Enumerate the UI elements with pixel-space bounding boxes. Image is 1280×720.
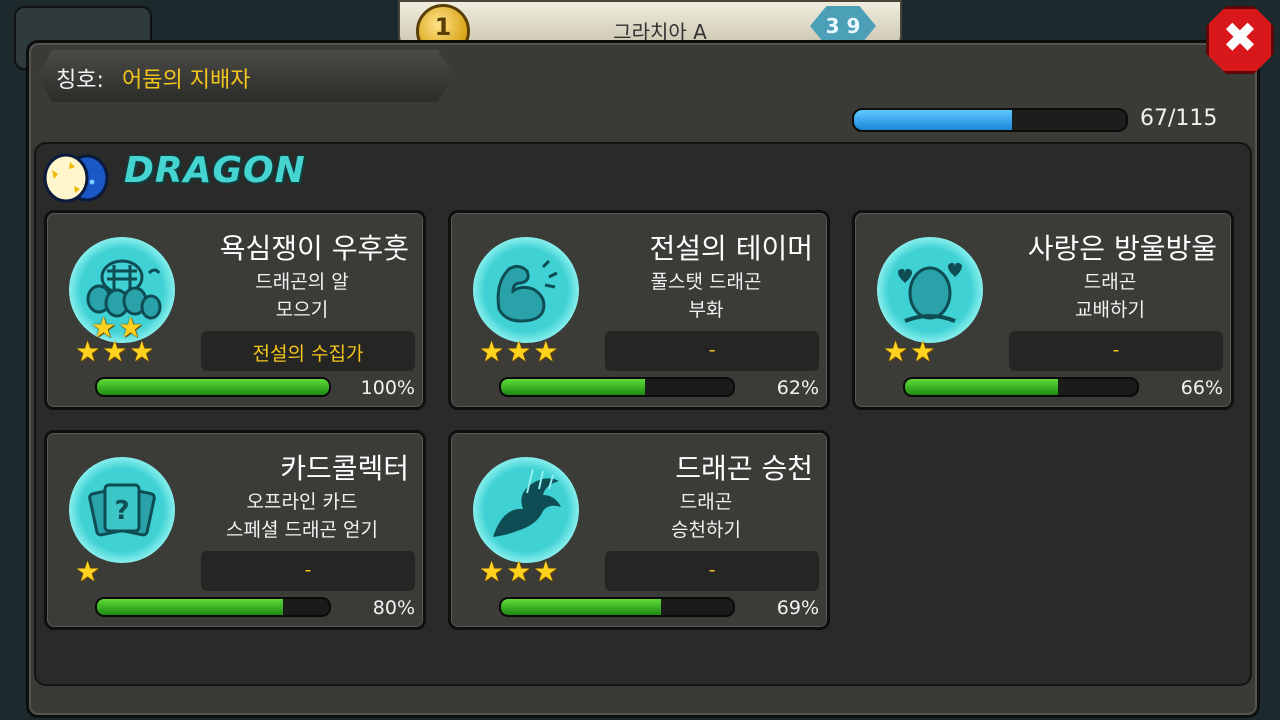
reward-box: 전설의 수집가: [201, 331, 415, 371]
reward-text: -: [1112, 339, 1120, 361]
achievement-percent: 66%: [1180, 377, 1223, 399]
overall-progress-bar: [852, 108, 1128, 132]
title-label: 칭호:: [56, 68, 104, 93]
background-coin-number: 1: [434, 13, 452, 41]
achievement-title: 전설의 테이머: [649, 232, 813, 265]
close-icon: ✖: [1222, 13, 1258, 62]
achievement-title: 드래곤 승천: [675, 452, 813, 485]
achievement-progress-fill: [97, 599, 283, 615]
achievement-desc-line2: 부화: [688, 299, 724, 321]
achievement-percent: 69%: [776, 597, 819, 619]
svg-text:?: ?: [114, 496, 129, 526]
achievement-desc-line2: 스페셜 드래곤 얻기: [226, 519, 378, 541]
achievement-desc-line2: 승천하기: [671, 519, 741, 541]
achievement-progress-bar: [903, 377, 1139, 397]
category-title: DRAGON: [124, 150, 306, 191]
egg-hearts-icon: [877, 237, 983, 343]
reward-text: 전설의 수집가: [252, 343, 364, 365]
achievement-percent: 100%: [360, 377, 415, 399]
achievement-desc-line2: 교배하기: [1075, 299, 1145, 321]
achievement-card[interactable]: ★★ ★★★ 욕심쟁이 우후훗 드래곤의 알 모으기 전설의 수집가 100%: [44, 210, 426, 410]
achievement-progress-bar: [499, 597, 735, 617]
background-badge-value: 3 9: [825, 14, 861, 38]
achievement-title: 카드콜렉터: [280, 452, 409, 485]
achievement-progress-fill: [501, 379, 645, 395]
dragon-eggs-icon: [43, 153, 109, 203]
achievement-progress-fill: [97, 379, 329, 395]
achievement-desc-line1: 드래곤의 알: [255, 271, 349, 293]
reward-box: -: [1009, 331, 1223, 371]
overall-progress-text: 67/115: [1140, 106, 1218, 131]
star-rating: ★★: [883, 335, 938, 368]
achievement-desc-line1: 드래곤: [1083, 271, 1137, 293]
achievement-percent: 80%: [372, 597, 415, 619]
achievement-progress-bar: [499, 377, 735, 397]
star-rating: ★★★: [479, 335, 561, 368]
achievement-title: 욕심쟁이 우후훗: [219, 232, 409, 265]
achievement-desc-line1: 풀스탯 드래곤: [650, 271, 762, 293]
achievement-desc-line1: 드래곤: [679, 491, 733, 513]
reward-box: -: [605, 551, 819, 591]
overall-progress-fill: [854, 110, 1013, 130]
flexed-arm-icon: [473, 237, 579, 343]
reward-text: -: [708, 339, 716, 361]
ascending-dragon-icon: [473, 457, 579, 563]
achievement-percent: 62%: [776, 377, 819, 399]
achievement-card[interactable]: ★★★ 전설의 테이머 풀스탯 드래곤 부화 - 62%: [448, 210, 830, 410]
achievement-title: 사랑은 방울방울: [1027, 232, 1217, 265]
achievement-desc-line2: 모으기: [275, 299, 329, 321]
reward-box: -: [201, 551, 415, 591]
reward-box: -: [605, 331, 819, 371]
achievement-card[interactable]: ★★★ 드래곤 승천 드래곤 승천하기 - 69%: [448, 430, 830, 630]
achievement-progress-fill: [501, 599, 662, 615]
star-rating: ★: [75, 555, 103, 588]
achievement-progress-bar: [95, 597, 331, 617]
achievement-progress-bar: [95, 377, 331, 397]
achievement-progress-fill: [905, 379, 1059, 395]
achievement-card[interactable]: ? ★ 카드콜렉터 오프라인 카드 스페셜 드래곤 얻기 - 80%: [44, 430, 426, 630]
star-rating: ★★★: [479, 555, 561, 588]
achievement-desc-line1: 오프라인 카드: [246, 491, 358, 513]
title-value: 어둠의 지배자: [122, 68, 251, 93]
achievement-card[interactable]: ★★ 사랑은 방울방울 드래곤 교배하기 - 66%: [852, 210, 1234, 410]
reward-text: -: [708, 559, 716, 581]
reward-text: -: [304, 559, 312, 581]
star-rating: ★★★: [75, 335, 157, 368]
question-cards-icon: ?: [69, 457, 175, 563]
